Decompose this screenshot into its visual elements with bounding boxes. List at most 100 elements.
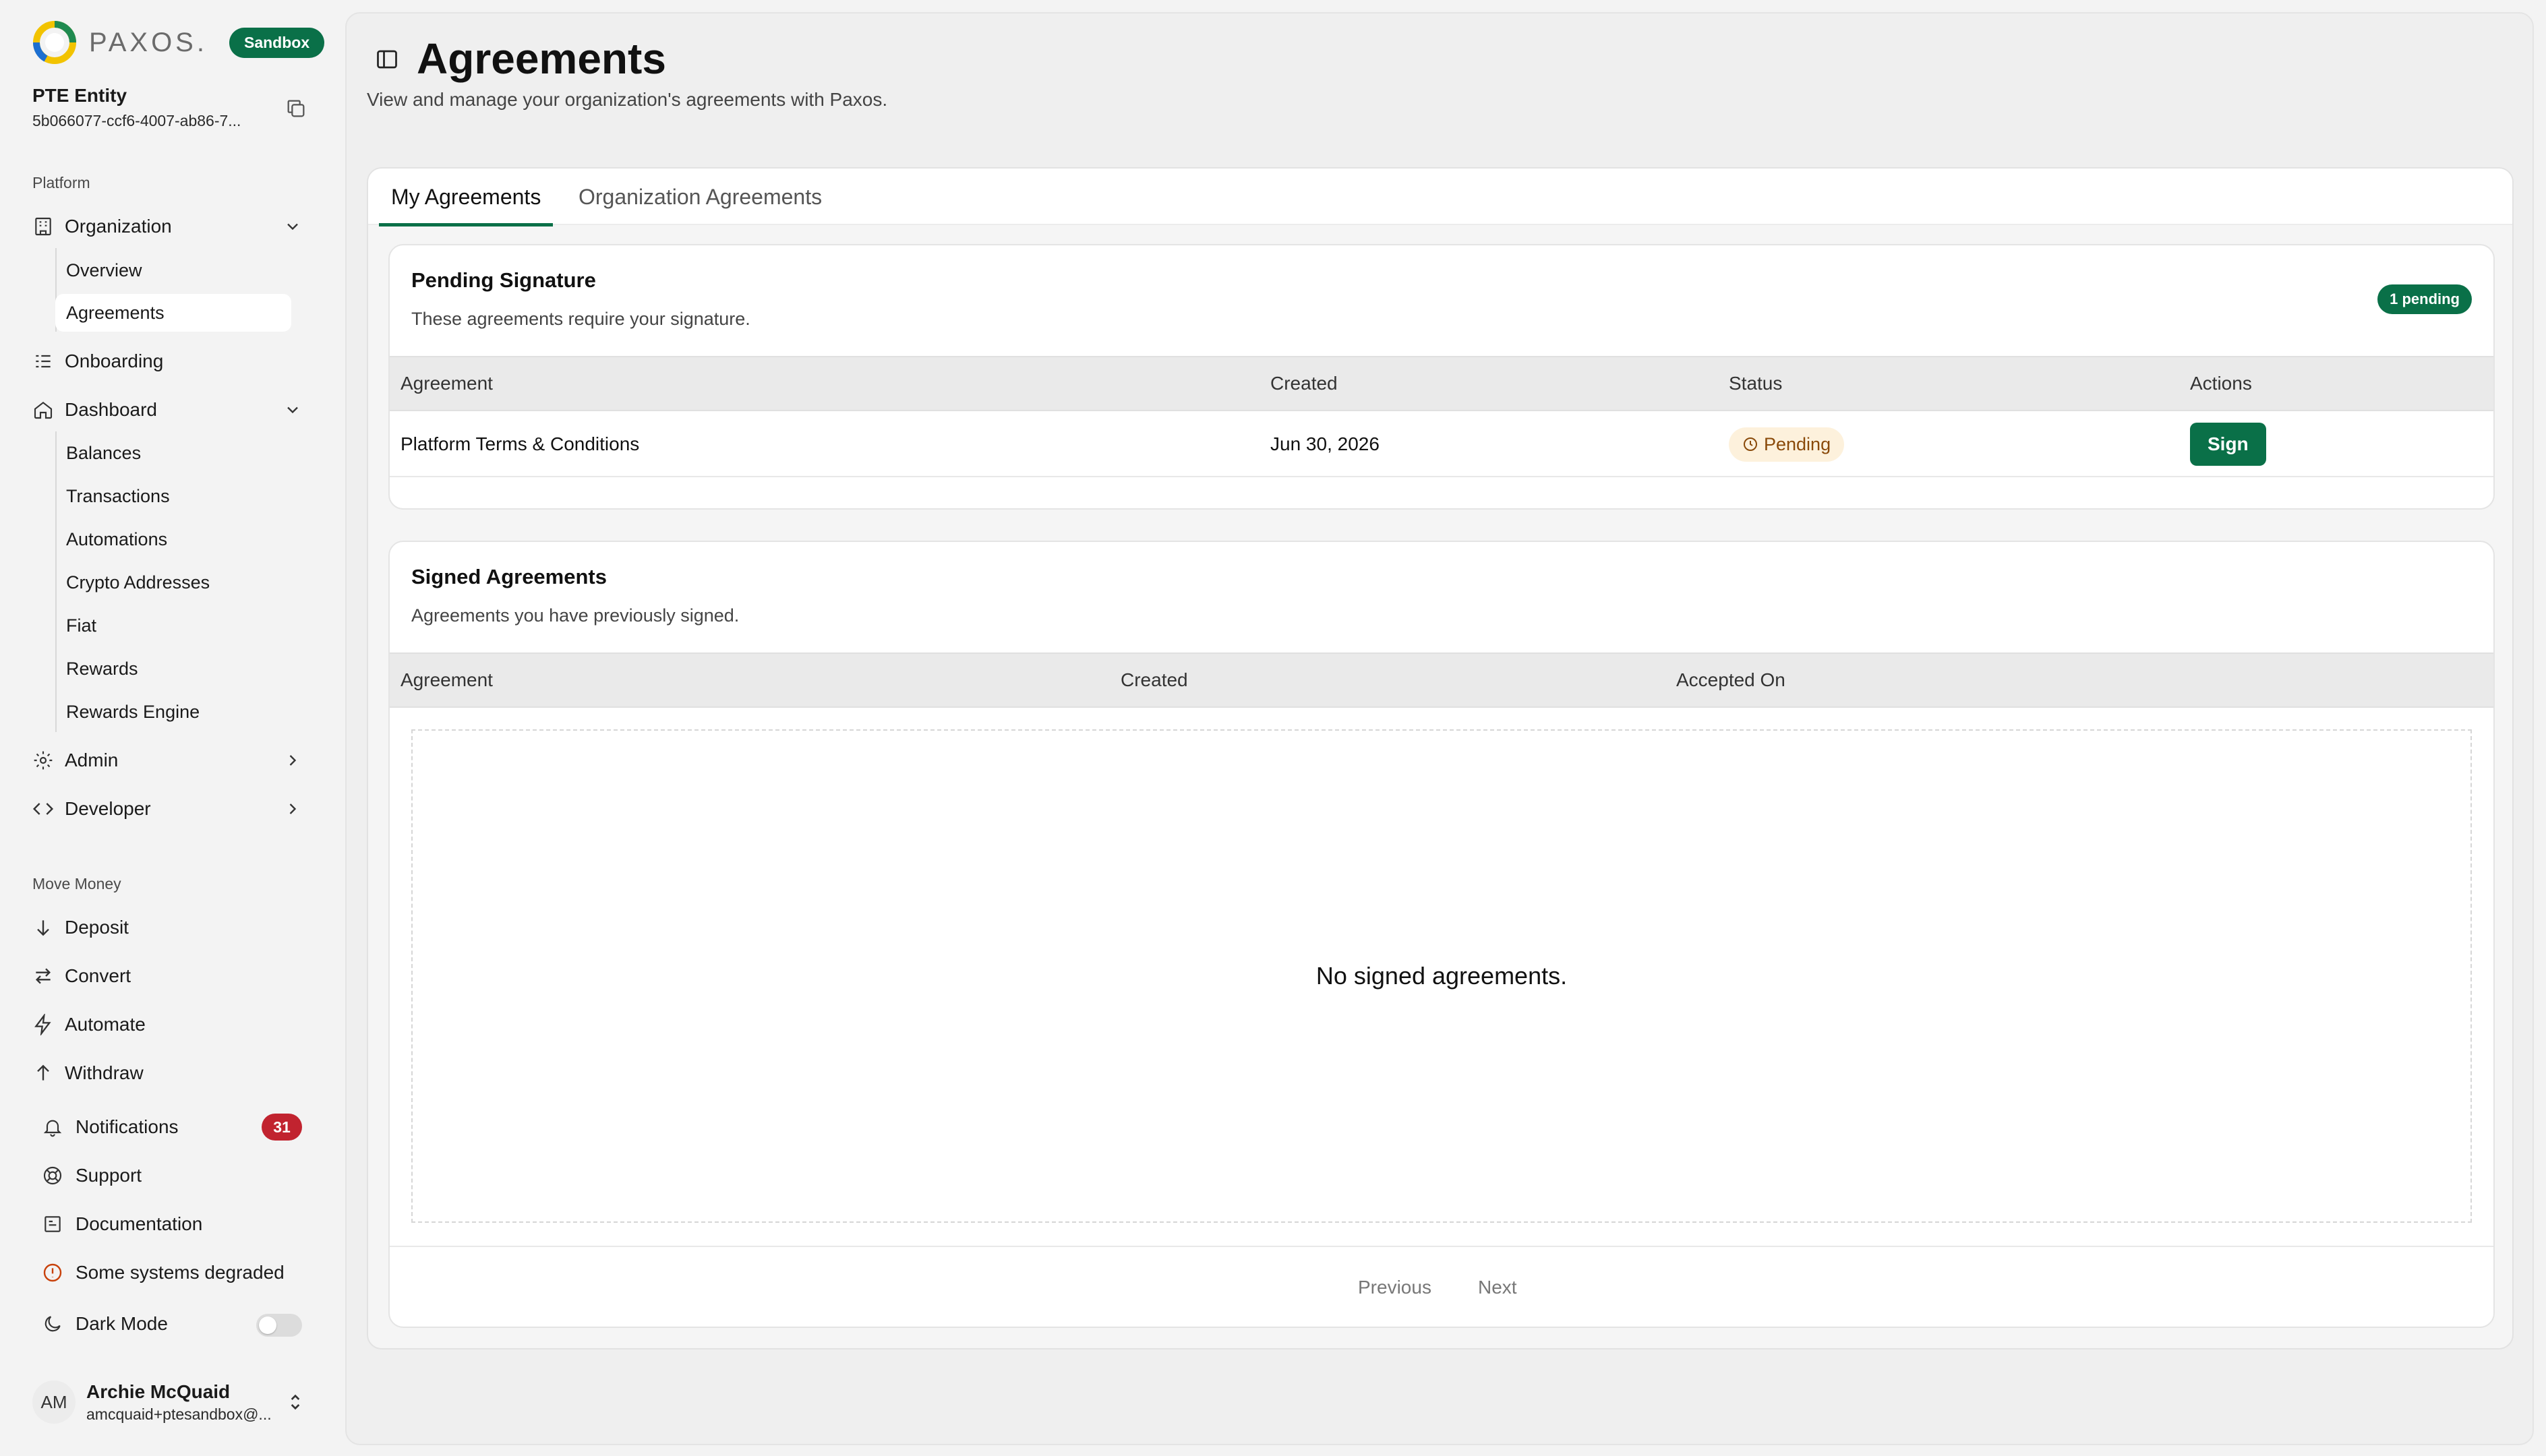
sidebar-item-admin[interactable]: Admin xyxy=(32,742,316,779)
column-header-agreement: Agreement xyxy=(401,373,493,394)
sidebar-item-label: Onboarding xyxy=(65,351,164,371)
sidebar-item-convert[interactable]: Convert xyxy=(32,958,316,994)
paxos-logo-icon xyxy=(33,21,76,64)
signed-agreements-card: Signed Agreements Agreements you have pr… xyxy=(388,541,2495,1328)
page-subtitle: View and manage your organization's agre… xyxy=(367,89,888,110)
agreements-tabs: My Agreements Organization Agreements Pe… xyxy=(367,167,2514,1349)
sidebar-item-balances[interactable]: Balances xyxy=(55,434,291,472)
section-label-platform: Platform xyxy=(32,174,90,191)
notification-count-badge: 31 xyxy=(262,1114,302,1141)
sidebar-item-label: Some systems degraded xyxy=(76,1262,285,1283)
sidebar-item-organization[interactable]: Organization xyxy=(32,208,316,245)
dark-mode-toggle[interactable] xyxy=(256,1314,302,1337)
sidebar-item-deposit[interactable]: Deposit xyxy=(32,909,316,946)
sidebar-item-label: Documentation xyxy=(76,1213,203,1234)
arrow-down-icon xyxy=(37,920,49,936)
sidebar-item-label: Automate xyxy=(65,1014,146,1035)
sidebar-item-agreements[interactable]: Agreements xyxy=(55,294,291,332)
signed-card-description: Agreements you have previously signed. xyxy=(411,605,740,626)
column-header-created: Created xyxy=(1270,373,1338,394)
sidebar-item-rewards[interactable]: Rewards xyxy=(55,650,291,688)
entity-id: 5b066077-ccf6-4007-ab86-7... xyxy=(32,112,241,129)
sidebar-item-label: Support xyxy=(76,1165,142,1186)
chevron-down-icon xyxy=(287,223,298,231)
dark-mode-row: Dark Mode xyxy=(42,1306,312,1342)
sidebar: PAXOS. Sandbox PTE Entity 5b066077-ccf6-… xyxy=(0,0,344,1456)
entity-info: PTE Entity 5b066077-ccf6-4007-ab86-7... xyxy=(32,85,316,130)
sidebar-item-documentation[interactable]: Documentation xyxy=(42,1206,312,1242)
page-title: Agreements xyxy=(417,34,666,83)
sidebar-item-dashboard[interactable]: Dashboard xyxy=(32,392,316,428)
sidebar-item-system-status[interactable]: Some systems degraded xyxy=(42,1254,312,1291)
lifebuoy-icon xyxy=(43,1166,62,1185)
section-label-move-money: Move Money xyxy=(32,875,121,892)
user-name: Archie McQuaid xyxy=(86,1381,231,1402)
sidebar-item-crypto-addresses[interactable]: Crypto Addresses xyxy=(55,564,291,601)
dark-mode-label: Dark Mode xyxy=(76,1313,168,1334)
copy-icon[interactable] xyxy=(285,97,307,120)
status-badge: Pending xyxy=(1729,427,1845,462)
code-icon xyxy=(32,803,54,815)
sidebar-item-onboarding[interactable]: Onboarding xyxy=(32,343,316,380)
sidebar-item-label: Organization xyxy=(65,216,172,237)
column-header-accepted-on: Accepted On xyxy=(1676,669,1785,690)
pending-signature-card: Pending Signature These agreements requi… xyxy=(388,244,2495,510)
sidebar-item-label: Convert xyxy=(65,965,131,986)
sidebar-item-developer[interactable]: Developer xyxy=(32,791,316,827)
pagination: Previous Next xyxy=(390,1246,2493,1327)
sidebar-item-overview[interactable]: Overview xyxy=(55,251,291,289)
sidebar-toggle-icon[interactable] xyxy=(375,47,399,71)
sidebar-item-fiat[interactable]: Fiat xyxy=(55,607,291,644)
arrow-up-icon xyxy=(37,1064,49,1081)
chevron-down-icon xyxy=(287,406,298,414)
actions-cell: Sign xyxy=(2190,411,2266,477)
next-page-button[interactable]: Next xyxy=(1478,1247,1517,1327)
building-icon xyxy=(35,217,51,236)
previous-page-button[interactable]: Previous xyxy=(1358,1247,1431,1327)
chevron-right-icon xyxy=(289,803,297,814)
arrows-swap-icon xyxy=(35,968,51,984)
bell-icon xyxy=(43,1120,62,1137)
sidebar-item-label: Admin xyxy=(65,750,119,770)
environment-badge: Sandbox xyxy=(229,27,325,58)
tab-my-agreements[interactable]: My Agreements xyxy=(379,169,554,226)
main-content: Agreements View and manage your organiza… xyxy=(345,12,2534,1445)
empty-state: No signed agreements. xyxy=(411,729,2472,1223)
pending-card-description: These agreements require your signature. xyxy=(411,309,750,329)
sidebar-item-notifications[interactable]: Notifications 31 xyxy=(42,1109,312,1145)
sidebar-item-automations[interactable]: Automations xyxy=(55,520,291,558)
brand-name: PAXOS. xyxy=(89,27,208,57)
agreement-name: Platform Terms & Conditions xyxy=(401,433,640,454)
sidebar-item-automate[interactable]: Automate xyxy=(32,1006,316,1043)
column-header-created: Created xyxy=(1121,669,1188,690)
column-header-actions: Actions xyxy=(2190,373,2252,394)
user-menu[interactable]: AM Archie McQuaid amcquaid+ptesandbox@..… xyxy=(32,1375,316,1429)
tab-organization-agreements[interactable]: Organization Agreements xyxy=(566,169,834,225)
sidebar-item-support[interactable]: Support xyxy=(42,1157,312,1194)
status-cell: Pending xyxy=(1729,411,1845,477)
brand[interactable]: PAXOS. Sandbox xyxy=(32,20,325,65)
lightning-icon xyxy=(34,1014,51,1035)
table-row: Platform Terms & Conditions Jun 30, 2026… xyxy=(390,411,2493,477)
sidebar-item-label: Developer xyxy=(65,798,151,819)
tab-bar: My Agreements Organization Agreements xyxy=(368,169,2512,226)
sidebar-item-withdraw[interactable]: Withdraw xyxy=(32,1055,316,1091)
column-header-agreement: Agreement xyxy=(401,669,493,690)
column-header-status: Status xyxy=(1729,373,1783,394)
pending-count-badge: 1 pending xyxy=(2377,284,2472,314)
sign-button[interactable]: Sign xyxy=(2190,423,2266,466)
chevron-updown-icon xyxy=(291,1394,300,1410)
user-info: Archie McQuaid amcquaid+ptesandbox@... xyxy=(86,1381,282,1424)
sidebar-item-rewards-engine[interactable]: Rewards Engine xyxy=(55,693,291,731)
sidebar-item-label: Dashboard xyxy=(65,399,157,420)
warning-circle-icon xyxy=(43,1263,62,1282)
gear-icon xyxy=(34,751,53,770)
sidebar-item-transactions[interactable]: Transactions xyxy=(55,477,291,515)
checklist-icon xyxy=(36,355,51,368)
clock-icon xyxy=(1744,437,1757,451)
sidebar-item-label: Notifications xyxy=(76,1116,179,1137)
chevron-right-icon xyxy=(289,755,297,766)
pending-card-title: Pending Signature xyxy=(411,268,596,292)
sidebar-item-label: Deposit xyxy=(65,917,129,938)
table-header: Agreement Created Accepted On xyxy=(390,653,2493,708)
